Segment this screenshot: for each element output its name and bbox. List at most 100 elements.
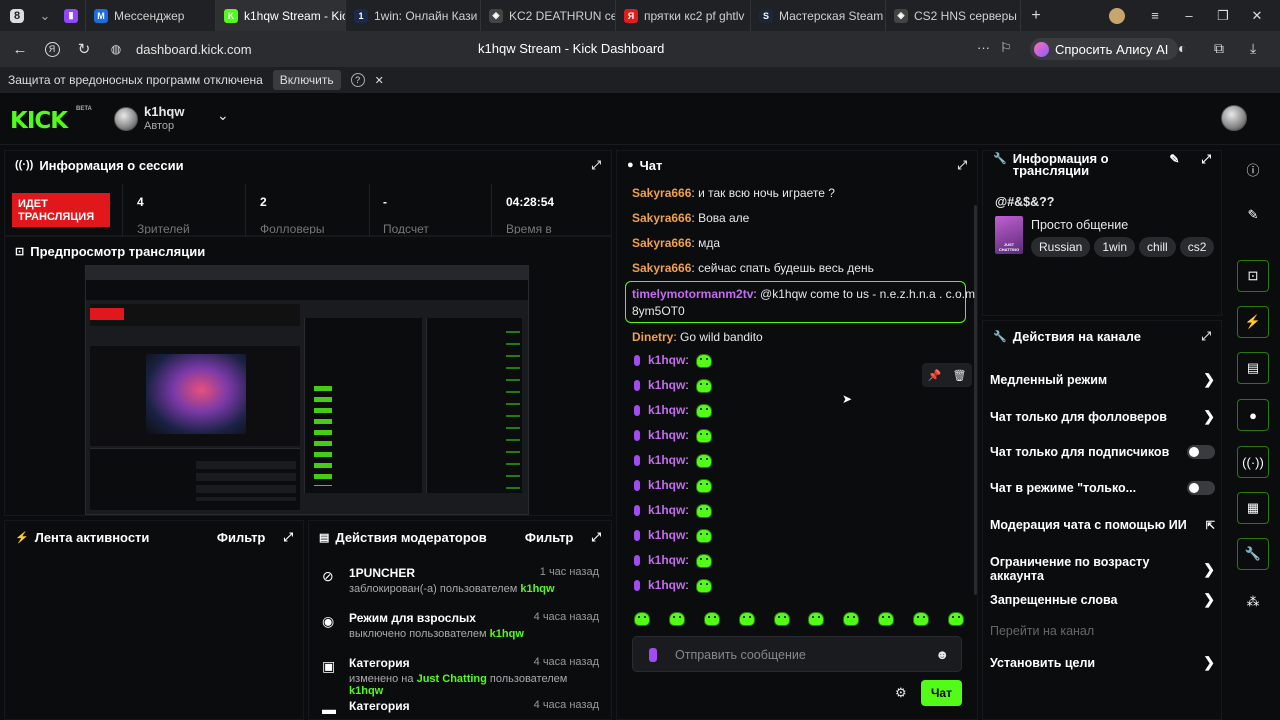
edit-icon[interactable]: ✎ (1169, 153, 1179, 165)
channel-action-item[interactable]: Ограничение по возрасту аккаунта ❯ (990, 555, 1215, 583)
browser-tab[interactable]: ◈ KC2 DEATHRUN се (481, 0, 616, 31)
minimize-button[interactable]: – (1172, 0, 1206, 31)
toggle-switch[interactable] (1187, 481, 1215, 495)
emote-icon (696, 553, 713, 568)
new-tab-button[interactable]: + (1021, 7, 1051, 25)
stream-tag[interactable]: chill (1139, 237, 1176, 257)
alisa-button[interactable]: Спросить Алису AI (1030, 38, 1179, 60)
browser-tab[interactable]: 1 1win: Онлайн Кази (346, 0, 481, 31)
tab-list-icon[interactable]: ⌄ (34, 8, 56, 24)
tab-title: 1win: Онлайн Кази (374, 8, 478, 23)
help-icon[interactable]: ? (350, 73, 365, 87)
mod-action-time: 1 час назад (539, 566, 599, 578)
emote-picker-icon[interactable] (703, 612, 720, 626)
browser-tab[interactable]: M Мессенджер (86, 0, 216, 31)
profile-icon[interactable] (1100, 0, 1134, 31)
close-warning-icon[interactable]: ✕ (375, 74, 384, 87)
expand-icon[interactable]: ⤢ (591, 158, 601, 173)
mouse-cursor: ➤ (842, 392, 853, 406)
chevron-right-icon: ❯ (1203, 560, 1215, 577)
download-icon[interactable]: ⤓ (1250, 40, 1256, 57)
kick-logo[interactable]: KICK (10, 108, 68, 134)
browser-tab[interactable]: S Мастерская Steam (751, 0, 886, 31)
expand-icon[interactable]: ⤢ (1201, 153, 1211, 165)
emote-picker-icon[interactable] (634, 612, 650, 626)
stream-tag[interactable]: Russian (1031, 237, 1091, 257)
delete-icon[interactable]: 🗑 (952, 369, 966, 382)
browser-tab[interactable]: Япрятки кс2 pf ghtlv (616, 0, 751, 31)
channel-action-item[interactable]: Чат в режиме "только... (990, 481, 1215, 495)
emote-picker-icon[interactable] (773, 612, 790, 626)
chat-input[interactable]: Отправить сообщение ☻ (632, 636, 962, 672)
back-icon[interactable]: ← (4, 33, 36, 65)
chat-scrollbar[interactable] (974, 205, 977, 595)
tab-menu-icon[interactable]: ≡ (1138, 0, 1172, 31)
chat-settings-icon[interactable]: ⚙ (895, 685, 907, 701)
site-info-icon[interactable]: ◍ (100, 33, 132, 65)
emote-picker-icon[interactable] (843, 612, 860, 626)
category-thumbnail[interactable]: JUST CHATTING (995, 216, 1023, 254)
avatar[interactable] (114, 107, 138, 131)
stream-tag[interactable]: cs2 (1179, 237, 1215, 257)
stream-title: @#&$&?? (995, 195, 1055, 209)
channel-action-item[interactable]: Чат только для подписчиков (990, 445, 1215, 459)
emote-picker-icon[interactable] (668, 612, 685, 626)
emoji-icon[interactable]: ☻ (935, 647, 949, 662)
channel-action-label: Перейти на канал (990, 624, 1095, 638)
camera-toggle-button[interactable]: ⊡ (1237, 260, 1269, 292)
channel-action-item[interactable]: Модерация чата с помощью ИИ ⇱ (990, 518, 1215, 532)
reload-icon[interactable]: ↻ (68, 33, 100, 65)
external-link-icon: ⇱ (1205, 519, 1215, 532)
mod-actions-title: Действия модераторов (335, 529, 487, 545)
mic-icon (634, 355, 640, 367)
kick-top-nav: KICK BETA k1hqw Автор ⌄ (0, 93, 1280, 145)
notes-toggle-button[interactable]: ▤ (1237, 352, 1269, 384)
channel-action-item[interactable]: Установить цели ❯ (990, 654, 1215, 671)
tab-title: k1hqw Stream - Kick (244, 8, 346, 23)
expand-icon[interactable]: ⤢ (591, 530, 601, 545)
send-chat-button[interactable]: Чат (921, 680, 962, 706)
info-icon[interactable]: ⓘ (1244, 160, 1262, 178)
enable-protection-button[interactable]: Включить (272, 70, 341, 90)
close-window-button[interactable]: ✕ (1240, 0, 1274, 31)
restore-button[interactable]: ❐ (1206, 0, 1240, 31)
pin-icon[interactable]: 📌 (928, 369, 942, 382)
tab-counter[interactable]: 8 (0, 0, 34, 31)
activity-filter-button[interactable]: Фильтр (217, 530, 266, 545)
yandex-icon[interactable]: Я (36, 33, 68, 65)
emote-picker-icon[interactable] (738, 612, 755, 626)
url-field[interactable]: dashboard.kick.com (136, 42, 252, 57)
emote-picker-icon[interactable] (913, 612, 929, 626)
channel-action-item[interactable]: Чат только для фолловеров ❯ (990, 408, 1215, 425)
emote-picker-icon[interactable] (808, 612, 825, 626)
browser-tab[interactable]: Kk1hqw Stream - Kick✕ (216, 0, 346, 31)
bookmark-icon[interactable]: ⚐ (1000, 40, 1012, 56)
expand-icon[interactable]: ⤢ (283, 530, 293, 545)
stream-tag[interactable]: 1win (1094, 237, 1136, 257)
mod-actions-filter-button[interactable]: Фильтр (525, 530, 574, 545)
user-avatar-menu[interactable] (1221, 105, 1247, 131)
toggle-switch[interactable] (1187, 445, 1215, 459)
broadcast-toggle-button[interactable]: ((·)) (1237, 446, 1269, 478)
browser-tab[interactable]: ◈ CS2 HNS серверы (886, 0, 1021, 31)
channel-switch-chevron-icon[interactable]: ⌄ (217, 107, 229, 124)
mod-actions-toggle-button[interactable]: ▦ (1237, 492, 1269, 524)
bolt-toggle-button[interactable]: ⚡ (1237, 306, 1269, 338)
channel-action-item[interactable]: Запрещенные слова ❯ (990, 591, 1215, 608)
category-name[interactable]: Просто общение (1031, 218, 1128, 232)
tab-twitch[interactable]: ▮ (56, 0, 86, 31)
more-icon[interactable]: ··· (977, 40, 990, 55)
expand-icon[interactable]: ⤢ (957, 158, 967, 173)
chat-message: Sakyra666: и так всю ночь играете ? (632, 186, 835, 200)
collections-icon[interactable]: ⧉ (1214, 40, 1224, 57)
apps-icon[interactable]: ⁂ (1244, 593, 1262, 611)
emote-picker-icon[interactable] (947, 612, 964, 626)
edit-icon[interactable]: ✎ (1244, 206, 1262, 224)
emote-picker-icon[interactable] (878, 612, 895, 626)
chat-toggle-button[interactable]: ● (1237, 399, 1269, 431)
wrench-toggle-button[interactable]: 🔧 (1237, 538, 1269, 570)
stream-preview-video[interactable] (85, 265, 529, 515)
channel-action-item[interactable]: Медленный режим ❯ (990, 371, 1215, 388)
expand-icon[interactable]: ⤢ (1201, 329, 1211, 344)
media-icon[interactable]: ◐ (1178, 40, 1186, 56)
